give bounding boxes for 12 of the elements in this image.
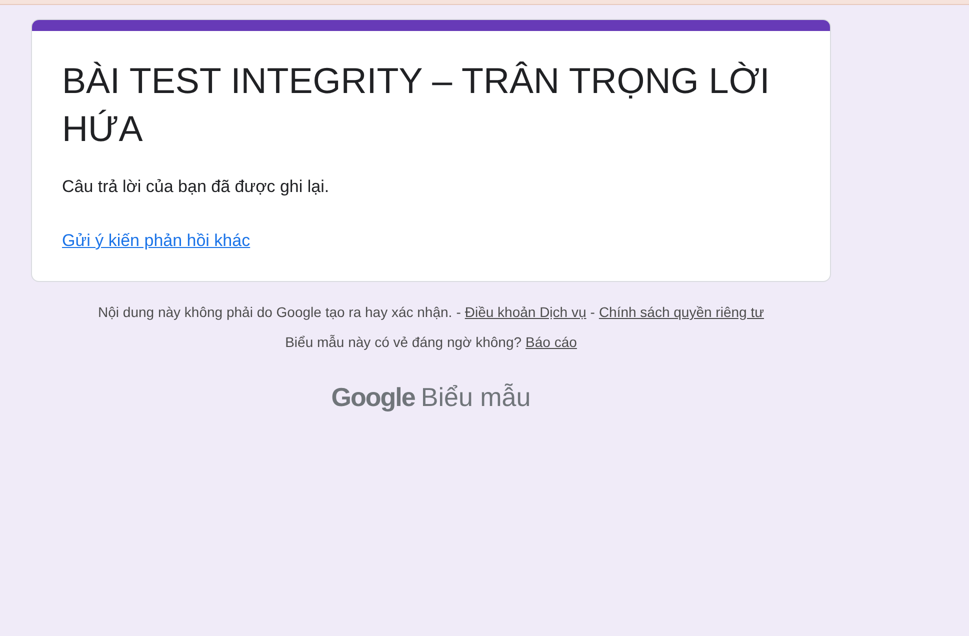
footer-link[interactable]: Báo cáo [526, 334, 577, 350]
form-title: BÀI TEST INTEGRITY – TRÂN TRỌNG LỜI HỨA [62, 59, 771, 151]
confirmation-message: Câu trả lời của bạn đã được ghi lại. [62, 177, 330, 197]
submit-another-link[interactable]: Gửi ý kiến phản hồi khác [62, 231, 250, 251]
footer-link[interactable]: Điều khoản Dịch vụ [464, 304, 586, 320]
product-name: Biểu mẫu [420, 382, 531, 413]
footer-text: Nội dung này không phải do Google tạo ra hay xác nhận. [98, 304, 452, 320]
footer-link[interactable]: Chính sách quyền riêng tư [598, 304, 764, 320]
footer-text: Biểu mẫu này có vẻ đáng ngờ không? [285, 334, 522, 350]
brand-name: Google [331, 382, 415, 413]
footer-text: - [590, 304, 595, 320]
footer-text: - [456, 304, 461, 320]
